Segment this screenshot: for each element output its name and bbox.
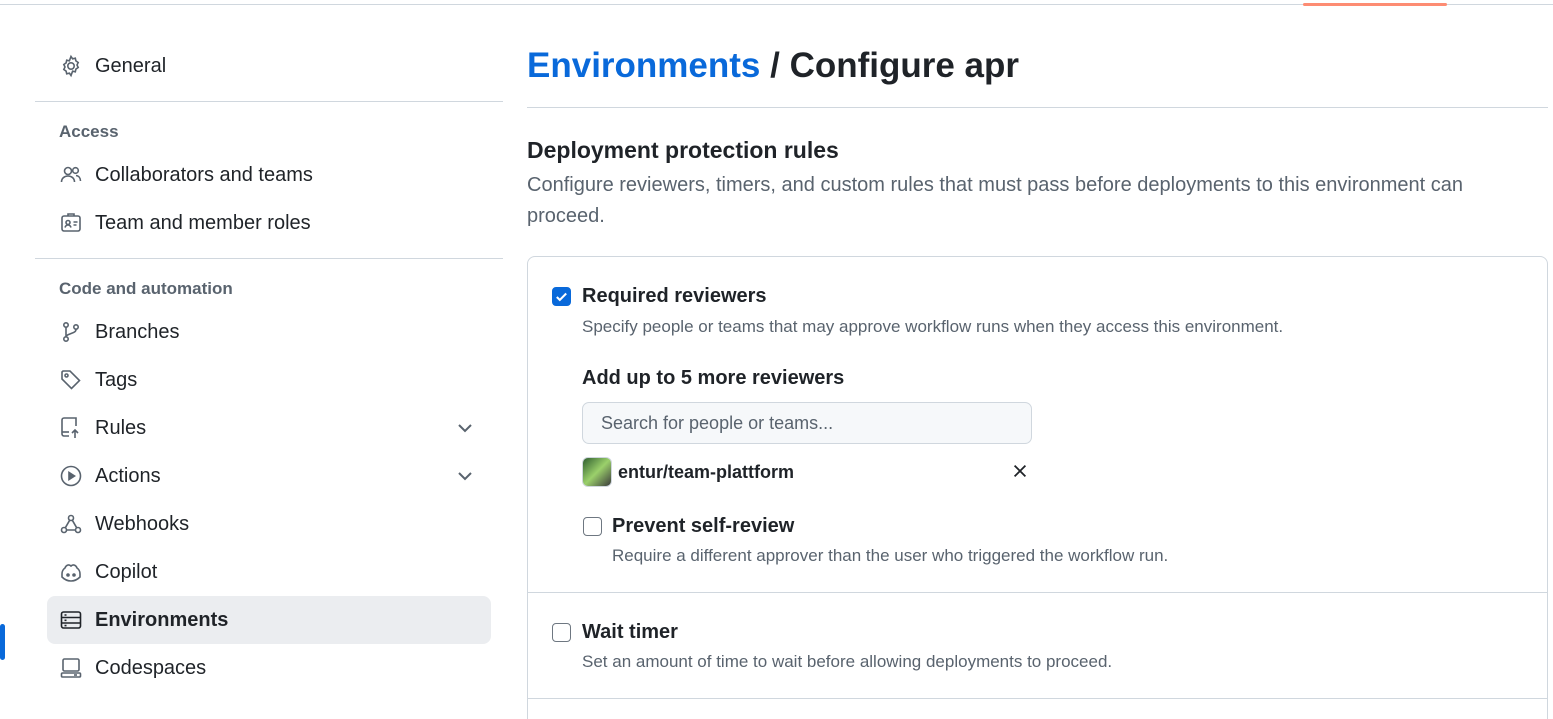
section-title: Deployment protection rules <box>527 137 839 163</box>
codespaces-icon <box>59 656 83 680</box>
reviewer-item: entur/team-plattform <box>582 457 794 487</box>
rule-divider <box>528 592 1547 593</box>
active-tab-underline <box>1303 3 1447 6</box>
required-reviewers-description: Specify people or teams that may approve… <box>582 317 1284 336</box>
sidebar-divider <box>35 101 503 102</box>
wait-timer-title: Wait timer <box>582 621 678 643</box>
sidebar-item-copilot[interactable]: Copilot <box>35 548 503 596</box>
page-title: Environments / Configure apr <box>527 46 1019 86</box>
sidebar-item-label: Copilot <box>95 560 158 583</box>
rule-divider <box>528 698 1547 699</box>
close-icon <box>1013 464 1027 478</box>
sidebar-item-label: Collaborators and teams <box>95 163 313 186</box>
sidebar-item-rules[interactable]: Rules <box>35 404 503 452</box>
sidebar-item-collaborators[interactable]: Collaborators and teams <box>35 151 503 199</box>
section-description: Configure reviewers, timers, and custom … <box>527 174 1463 227</box>
wait-timer-description: Set an amount of time to wait before all… <box>582 652 1113 671</box>
chevron-down-icon[interactable] <box>453 416 477 440</box>
add-reviewers-title: Add up to 5 more reviewers <box>582 367 845 389</box>
sidebar-section-code-automation: Code and automation <box>59 279 233 298</box>
sidebar-section-access: Access <box>59 122 119 141</box>
sidebar-item-branches[interactable]: Branches <box>35 308 503 356</box>
sidebar-item-team-member-roles[interactable]: Team and member roles <box>35 199 503 247</box>
active-indicator <box>0 624 5 660</box>
chevron-down-icon[interactable] <box>453 464 477 488</box>
play-icon <box>59 464 83 488</box>
people-icon <box>59 163 83 187</box>
id-badge-icon <box>59 211 83 235</box>
sidebar-item-label: Actions <box>95 464 161 487</box>
checkmark-icon <box>556 292 567 302</box>
sidebar-item-label: Webhooks <box>95 512 190 535</box>
gear-icon <box>59 54 83 78</box>
breadcrumb-separator: / <box>760 46 790 85</box>
sidebar-item-tags[interactable]: Tags <box>35 356 503 404</box>
protection-rules-box: Required reviewers Specify people or tea… <box>527 256 1548 719</box>
breadcrumb-current: Configure apr <box>789 46 1020 85</box>
tag-icon <box>59 368 83 392</box>
required-reviewers-title: Required reviewers <box>582 285 767 307</box>
prevent-self-review-description: Require a different approver than the us… <box>612 546 1169 565</box>
settings-sidebar: General Access Collaborators and teams T… <box>35 42 503 692</box>
team-avatar <box>582 457 612 487</box>
sidebar-item-codespaces[interactable]: Codespaces <box>35 644 503 692</box>
reviewer-search-input[interactable] <box>582 402 1032 444</box>
sidebar-item-label: General <box>95 54 167 77</box>
reviewer-name: entur/team-plattform <box>618 461 795 482</box>
remove-reviewer-button[interactable] <box>1010 461 1030 481</box>
repo-push-icon <box>59 416 83 440</box>
sidebar-item-webhooks[interactable]: Webhooks <box>35 500 503 548</box>
prevent-self-review-checkbox[interactable] <box>583 517 602 536</box>
copilot-icon <box>59 560 83 584</box>
sidebar-divider <box>35 258 503 259</box>
sidebar-item-label: Team and member roles <box>95 211 311 234</box>
breadcrumb-environments-link[interactable]: Environments <box>527 46 760 85</box>
wait-timer-checkbox[interactable] <box>552 623 571 642</box>
heading-divider <box>527 107 1548 108</box>
sidebar-item-environments[interactable]: Environments <box>47 596 491 644</box>
sidebar-item-label: Tags <box>95 368 138 391</box>
server-icon <box>59 608 83 632</box>
webhook-icon <box>59 512 83 536</box>
sidebar-item-general[interactable]: General <box>35 42 503 90</box>
prevent-self-review-title: Prevent self-review <box>612 515 795 537</box>
required-reviewers-checkbox[interactable] <box>552 287 571 306</box>
sidebar-item-label: Codespaces <box>95 656 207 679</box>
sidebar-item-label: Environments <box>95 608 229 631</box>
sidebar-item-actions[interactable]: Actions <box>35 452 503 500</box>
git-branch-icon <box>59 320 83 344</box>
sidebar-item-label: Rules <box>95 416 147 439</box>
sidebar-item-label: Branches <box>95 320 180 343</box>
